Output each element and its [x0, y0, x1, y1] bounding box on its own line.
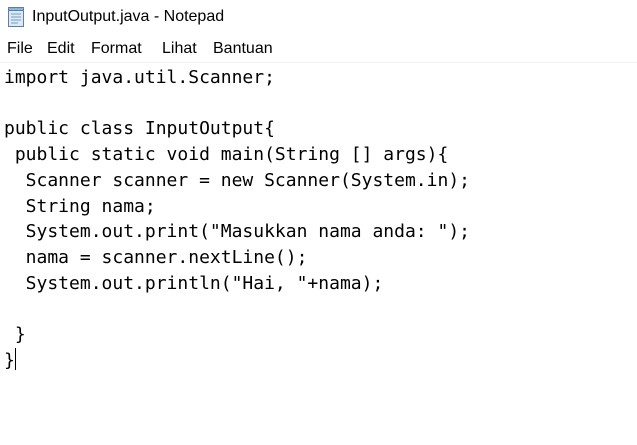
notepad-window: InputOutput.java - Notepad File Edit For…: [0, 0, 637, 445]
code-line-12-text: }: [4, 350, 15, 371]
code-line-4: public static void main(String [] args){: [4, 144, 449, 165]
menu-edit[interactable]: Edit: [47, 40, 75, 58]
code-line-3: public class InputOutput{: [4, 118, 275, 139]
notepad-icon: [8, 7, 24, 27]
menu-bar: File Edit Format Lihat Bantuan: [0, 38, 637, 63]
code-line-9: System.out.println("Hai, "+nama);: [4, 273, 384, 294]
menu-file[interactable]: File: [7, 40, 33, 58]
text-editor[interactable]: import java.util.Scanner; public class I…: [0, 63, 637, 445]
code-line-8: nama = scanner.nextLine();: [4, 247, 308, 268]
code-line-12: }: [4, 348, 16, 374]
menu-bantuan[interactable]: Bantuan: [213, 40, 273, 58]
code-line-11: }: [4, 324, 26, 345]
code-line-1: import java.util.Scanner;: [4, 67, 275, 88]
code-line-7: System.out.print("Masukkan nama anda: ")…: [4, 221, 470, 242]
code-line-5: Scanner scanner = new Scanner(System.in)…: [4, 170, 470, 191]
menu-lihat[interactable]: Lihat: [162, 40, 197, 58]
code-line-6: String nama;: [4, 196, 156, 217]
text-caret: [14, 348, 16, 370]
window-title: InputOutput.java - Notepad: [32, 8, 225, 25]
menu-format[interactable]: Format: [91, 40, 142, 58]
title-bar: InputOutput.java - Notepad: [0, 0, 637, 36]
